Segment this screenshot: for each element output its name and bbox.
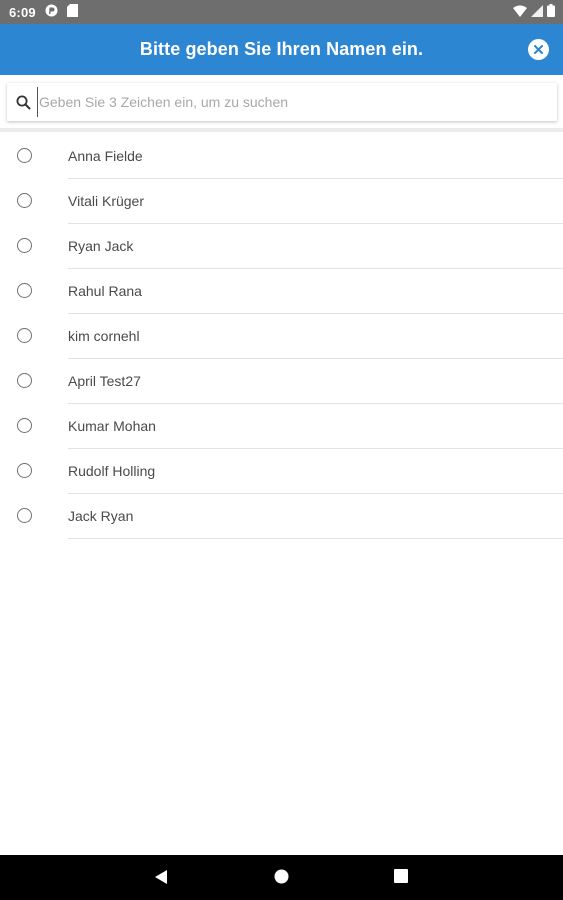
name-label: kim cornehl	[68, 328, 140, 344]
list-item[interactable]: Rahul Rana	[0, 269, 563, 314]
home-icon	[274, 869, 289, 884]
radio-button[interactable]	[17, 328, 32, 343]
status-bar: 6:09	[0, 0, 563, 24]
status-time: 6:09	[9, 4, 36, 20]
radio-button[interactable]	[17, 418, 32, 433]
recents-button[interactable]	[394, 869, 408, 883]
list-item[interactable]: Vitali Krüger	[0, 179, 563, 224]
signal-icon	[531, 4, 543, 20]
radio-button[interactable]	[17, 148, 32, 163]
name-list: Anna Fielde Vitali Krüger Ryan Jack Rahu…	[0, 134, 563, 539]
status-left: 6:09	[9, 4, 78, 20]
radio-button[interactable]	[17, 373, 32, 388]
status-right	[513, 4, 555, 20]
recents-icon	[394, 869, 408, 883]
name-label: April Test27	[68, 373, 141, 389]
close-icon	[534, 45, 543, 54]
app-notification-icon	[45, 4, 58, 20]
search-icon	[16, 95, 31, 110]
radio-button[interactable]	[17, 508, 32, 523]
name-label: Ryan Jack	[68, 238, 134, 254]
back-icon	[155, 870, 167, 884]
search-input[interactable]	[37, 87, 557, 117]
list-item[interactable]: Ryan Jack	[0, 224, 563, 269]
list-item[interactable]: Anna Fielde	[0, 134, 563, 179]
list-item[interactable]: kim cornehl	[0, 314, 563, 359]
radio-button[interactable]	[17, 238, 32, 253]
search-divider	[0, 128, 563, 132]
back-button[interactable]	[153, 869, 169, 885]
name-label: Anna Fielde	[68, 148, 143, 164]
name-label: Rahul Rana	[68, 283, 142, 299]
list-item[interactable]: Jack Ryan	[0, 494, 563, 539]
search-box[interactable]	[7, 83, 557, 121]
home-button[interactable]	[274, 869, 289, 884]
wifi-icon	[513, 5, 527, 20]
navigation-bar	[0, 855, 563, 900]
name-label: Jack Ryan	[68, 508, 134, 524]
battery-icon	[547, 4, 555, 20]
radio-button[interactable]	[17, 193, 32, 208]
page-title: Bitte geben Sie Ihren Namen ein.	[139, 39, 424, 59]
close-button[interactable]	[528, 39, 549, 60]
app-bar: Bitte geben Sie Ihren Namen ein.	[0, 24, 563, 75]
list-item[interactable]: Kumar Mohan	[0, 404, 563, 449]
list-item[interactable]: Rudolf Holling	[0, 449, 563, 494]
name-label: Rudolf Holling	[68, 463, 156, 479]
search-section	[0, 75, 563, 132]
radio-button[interactable]	[17, 463, 32, 478]
sd-card-icon	[66, 4, 78, 20]
name-label: Vitali Krüger	[68, 193, 145, 209]
list-item[interactable]: April Test27	[0, 359, 563, 404]
row-divider	[68, 538, 563, 539]
radio-button[interactable]	[17, 283, 32, 298]
name-label: Kumar Mohan	[68, 418, 156, 434]
